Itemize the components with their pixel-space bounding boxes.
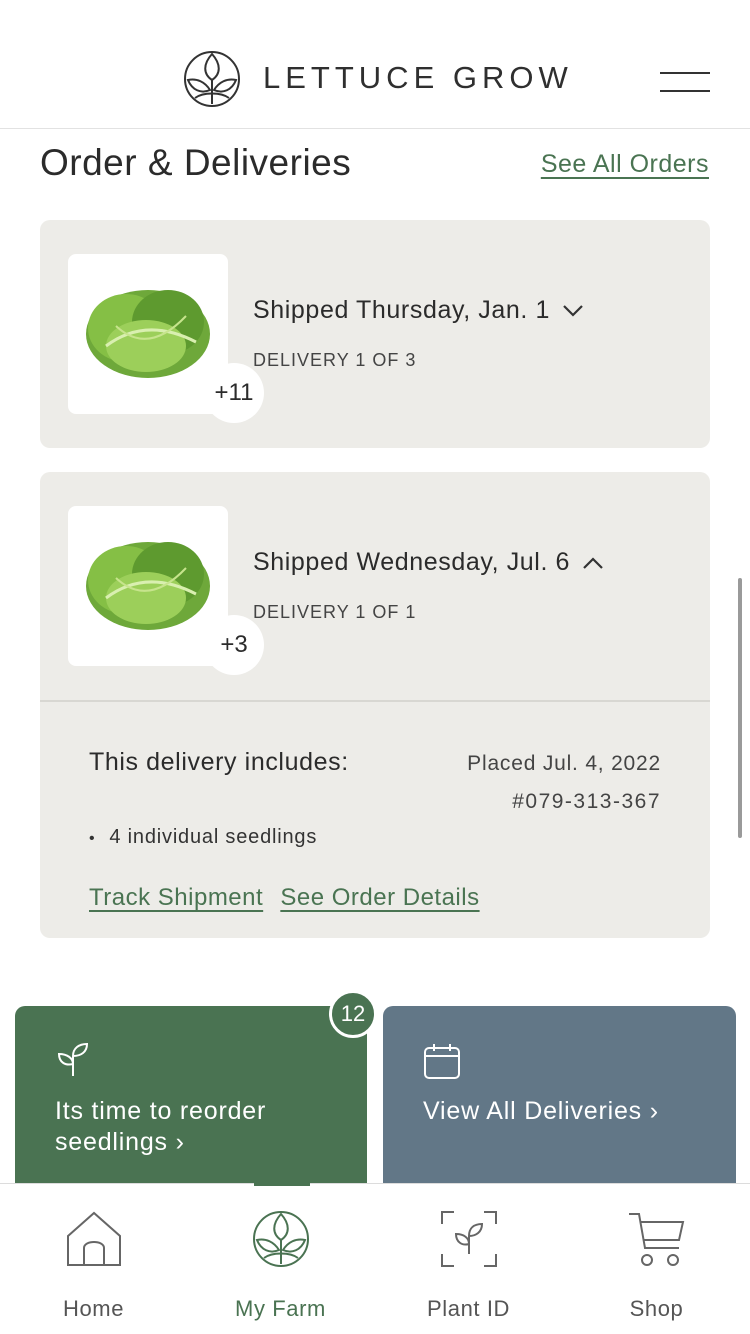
lettuce-thumbnail: +11	[68, 254, 264, 423]
placed-date: Placed Jul. 4, 2022	[467, 752, 661, 775]
order-number: #079-313-367	[512, 790, 661, 813]
bottom-nav: Home My Farm Plant ID Shop	[0, 1182, 750, 1334]
calendar-icon	[424, 1044, 460, 1079]
extra-items-badge: +11	[204, 363, 264, 423]
lettuce-thumbnail: +3	[68, 506, 264, 675]
delivery-card-expanded[interactable]: +3 Shipped Wednesday, Jul. 6 DELIVERY 1 …	[40, 472, 710, 938]
shipment-title[interactable]: Shipped Wednesday, Jul. 6	[253, 548, 604, 577]
brand-name: LETTUCE GROW	[263, 60, 573, 95]
farm-logo-icon	[252, 1211, 309, 1267]
nav-label-my-farm: My Farm	[235, 1296, 326, 1321]
seedling-icon	[57, 1042, 89, 1076]
hamburger-menu-icon[interactable]	[660, 72, 710, 96]
see-all-orders-link[interactable]: See All Orders	[541, 150, 709, 179]
nav-label-plant-id: Plant ID	[426, 1296, 511, 1321]
chevron-down-icon[interactable]	[562, 304, 584, 318]
plant-scan-icon	[440, 1211, 497, 1267]
nav-plant-id[interactable]: Plant ID	[375, 1184, 562, 1334]
shipment-date: Shipped Wednesday, Jul. 6	[253, 548, 571, 576]
view-all-deliveries-tile[interactable]: View All Deliveries ›	[383, 1006, 736, 1186]
cart-icon	[628, 1213, 684, 1266]
nav-home[interactable]: Home	[0, 1184, 187, 1334]
delivery-count: DELIVERY 1 OF 1	[253, 602, 417, 622]
card-divider	[40, 700, 710, 702]
delivery-count: DELIVERY 1 OF 3	[253, 350, 417, 370]
reorder-seedlings-tile[interactable]: Its time to reorder seedlings ›	[15, 1006, 367, 1186]
reorder-count-badge: 12	[329, 990, 377, 1038]
scrollbar[interactable]	[738, 578, 742, 838]
shipment-title[interactable]: Shipped Thursday, Jan. 1	[253, 296, 584, 325]
extra-items-badge: +3	[204, 615, 264, 675]
nav-my-farm[interactable]: My Farm	[187, 1184, 374, 1334]
lettuce-image	[86, 290, 210, 378]
view-all-deliveries-text: View All Deliveries ›	[423, 1097, 659, 1125]
lettuce-image	[86, 542, 210, 630]
chevron-up-icon[interactable]	[582, 556, 604, 570]
nav-label-shop: Shop	[629, 1296, 684, 1321]
shipment-date: Shipped Thursday, Jan. 1	[253, 296, 550, 324]
delivery-card[interactable]: +11 Shipped Thursday, Jan. 1 DELIVERY 1 …	[40, 220, 710, 448]
delivery-items-list: 4 individual seedlings	[89, 826, 317, 849]
leaf-circle-logo-icon[interactable]	[183, 50, 241, 108]
delivery-links: Track Shipment See Order Details	[89, 884, 490, 912]
track-shipment-link[interactable]: Track Shipment	[89, 884, 263, 911]
nav-label-home: Home	[62, 1296, 125, 1321]
list-item: 4 individual seedlings	[89, 826, 317, 849]
see-order-details-link[interactable]: See Order Details	[280, 884, 479, 911]
nav-shop[interactable]: Shop	[563, 1184, 750, 1334]
includes-label: This delivery includes:	[89, 748, 349, 776]
home-icon	[66, 1211, 121, 1266]
app-header: LETTUCE GROW	[0, 0, 750, 129]
section-title: Order & Deliveries	[40, 142, 352, 183]
reorder-text: Its time to reorder seedlings ›	[55, 1097, 267, 1156]
